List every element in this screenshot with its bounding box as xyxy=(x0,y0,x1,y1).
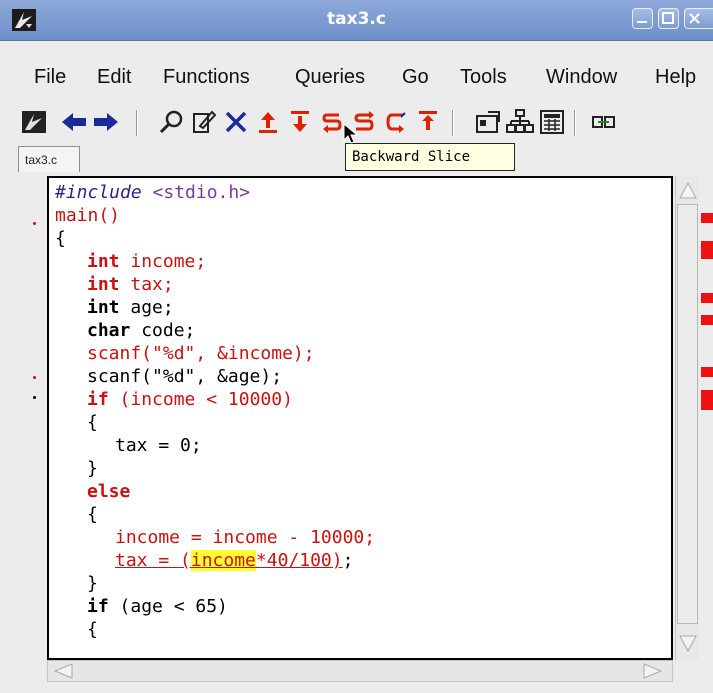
horizontal-scrollbar[interactable] xyxy=(47,660,673,682)
scroll-up-icon[interactable] xyxy=(678,180,698,200)
scroll-down-icon[interactable] xyxy=(678,634,698,654)
menu-file[interactable]: File xyxy=(34,66,66,89)
code-line: else xyxy=(87,481,131,502)
code-editor[interactable]: #include <stdio.h> main() { int income; … xyxy=(47,176,673,660)
scroll-left-icon[interactable] xyxy=(52,662,74,680)
scroll-right-icon[interactable] xyxy=(642,662,664,680)
code-line: income = income - 10000; xyxy=(115,527,376,548)
overview-marker[interactable] xyxy=(701,390,713,410)
code-line: tax = 0; xyxy=(115,435,202,456)
maximize-button[interactable] xyxy=(658,8,679,29)
code-line: #include <stdio.h> xyxy=(55,182,251,203)
overview-marker[interactable] xyxy=(701,293,713,303)
tab-label: tax3.c xyxy=(25,153,58,167)
link-icon[interactable] xyxy=(590,108,618,136)
code-line: { xyxy=(55,228,66,249)
close-icon xyxy=(689,13,700,24)
up-arrow-icon[interactable] xyxy=(254,108,282,136)
slice-gutter-dot xyxy=(33,222,36,225)
menu-help[interactable]: Help xyxy=(655,66,696,89)
highlighted-variable: income xyxy=(190,550,256,571)
overview-marker[interactable] xyxy=(701,315,713,325)
code-line: int age; xyxy=(87,297,174,318)
toolbar-separator xyxy=(452,110,454,136)
tab-tax3-c[interactable]: tax3.c xyxy=(18,146,80,172)
toolbar-separator xyxy=(136,110,138,136)
close-button[interactable] xyxy=(684,8,713,29)
backward-slice-icon[interactable] xyxy=(318,108,346,136)
code-line: { xyxy=(87,619,98,640)
code-line: int tax; xyxy=(87,274,174,295)
code-line: if (income < 10000) xyxy=(87,389,293,410)
window-title: tax3.c xyxy=(327,9,386,29)
menu-edit[interactable]: Edit xyxy=(97,66,131,89)
title-bar: tax3.c xyxy=(0,0,713,41)
code-line: } xyxy=(87,573,98,594)
menu-tools[interactable]: Tools xyxy=(460,66,507,89)
mouse-cursor-icon xyxy=(343,123,359,144)
maximize-icon xyxy=(662,12,674,24)
code-line: { xyxy=(87,504,98,525)
edit-icon[interactable] xyxy=(190,108,218,136)
tooltip-text: Backward Slice xyxy=(352,149,471,165)
menu-window[interactable]: Window xyxy=(546,66,617,89)
code-line: scanf("%d", &age); xyxy=(87,366,283,387)
minimize-icon xyxy=(637,21,647,23)
calculator-icon[interactable] xyxy=(538,108,566,136)
down-arrow-icon[interactable] xyxy=(286,108,314,136)
toggle-icon[interactable] xyxy=(414,108,442,136)
code-line: char code; xyxy=(87,320,196,341)
gutter-dot xyxy=(33,396,36,399)
vertical-scrollbar[interactable] xyxy=(675,176,699,660)
settings-icon[interactable] xyxy=(474,108,502,136)
tree-icon[interactable] xyxy=(506,108,534,136)
slice-gutter-dot xyxy=(33,376,36,379)
search-icon[interactable] xyxy=(158,108,186,136)
back-arrow-icon[interactable] xyxy=(60,108,88,136)
tooltip: Backward Slice xyxy=(345,143,515,171)
code-line: if (age < 65) xyxy=(87,596,228,617)
home-icon[interactable] xyxy=(20,108,48,136)
forward-arrow-icon[interactable] xyxy=(92,108,120,136)
menu-bar: File Edit Functions Queries Go Tools Win… xyxy=(0,41,713,91)
code-line: } xyxy=(87,458,98,479)
code-line-slice-criterion: tax = (income*40/100); xyxy=(115,550,354,571)
toolbar-separator xyxy=(574,110,576,136)
scrollbar-thumb[interactable] xyxy=(677,204,698,624)
code-line: scanf("%d", &income); xyxy=(87,343,315,364)
code-line: main() xyxy=(55,205,121,226)
overview-marker[interactable] xyxy=(701,367,713,377)
menu-functions[interactable]: Functions xyxy=(163,66,250,89)
chop-icon[interactable] xyxy=(382,108,410,136)
delete-icon[interactable] xyxy=(222,108,250,136)
overview-marker[interactable] xyxy=(701,241,713,259)
code-line: { xyxy=(87,412,98,433)
menu-go[interactable]: Go xyxy=(402,66,429,89)
menu-queries[interactable]: Queries xyxy=(295,66,365,89)
minimize-button[interactable] xyxy=(632,8,653,29)
code-line: int income; xyxy=(87,251,207,272)
overview-marker[interactable] xyxy=(701,213,713,223)
